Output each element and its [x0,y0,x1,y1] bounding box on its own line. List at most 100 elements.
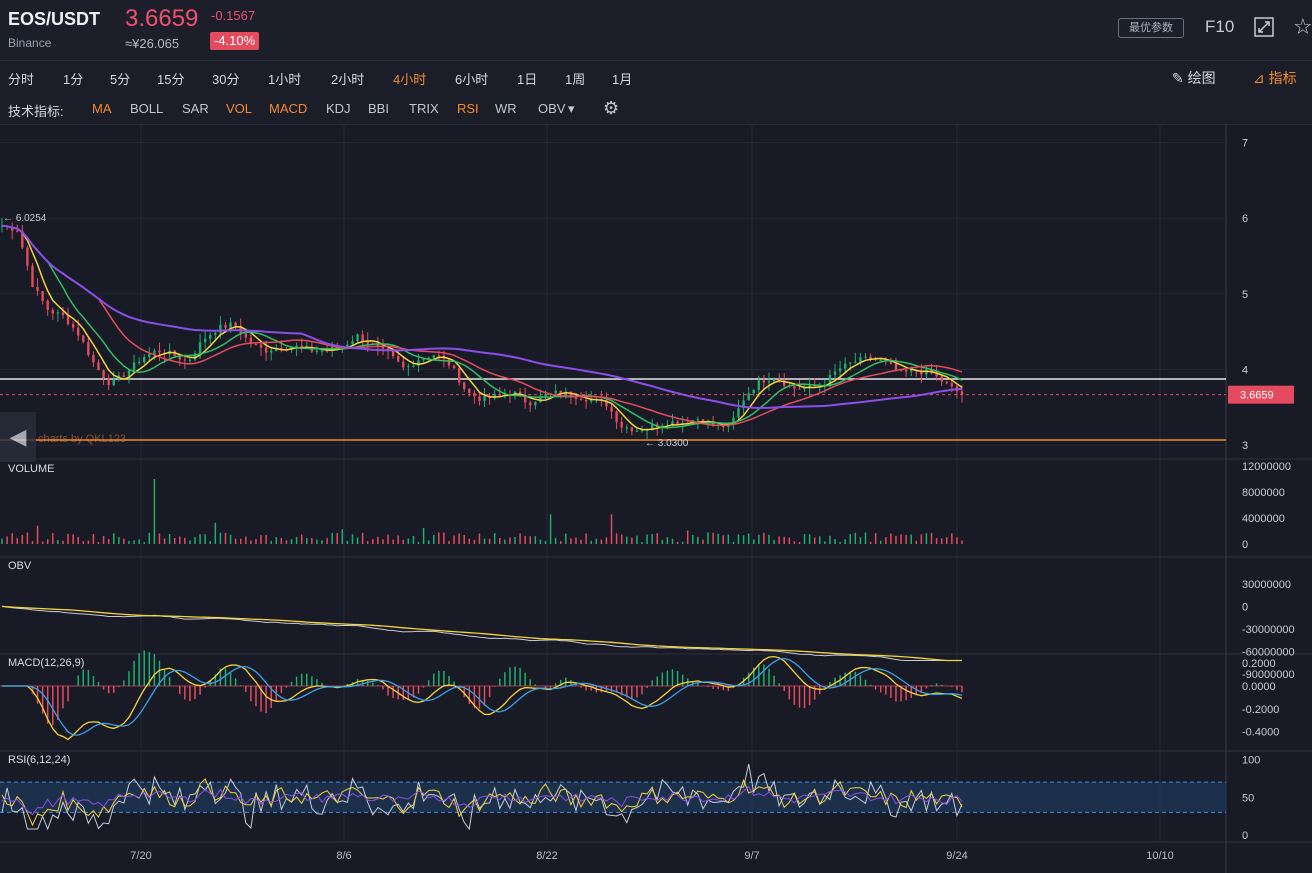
star-icon[interactable]: ☆ [1293,14,1312,40]
candle-body [31,265,34,287]
candle-body [61,312,65,316]
chart-area[interactable]: 7/20 8/6 8/22 9/7 9/24 10/10 7 6 5 4 3 3.6659 ← 6.02… [0,124,1312,873]
indicator-boll[interactable]: BOLL [130,101,163,116]
chevron-down-icon[interactable]: ▾ [568,101,575,117]
candle-body [960,391,964,395]
fullscreen-icon[interactable] [1254,17,1274,37]
obv-panel-title: OBV [8,560,32,572]
timeframe-5[interactable]: 1小时 [268,69,301,88]
back-arrow-icon[interactable]: ◀ [0,412,36,462]
indicator-bbi[interactable]: BBI [368,101,389,116]
candle-body [554,390,557,394]
indicator-wr[interactable]: WR [495,101,517,116]
timeframe-11[interactable]: 1月 [612,69,632,88]
symbol-title[interactable]: EOS/USDT [8,9,100,30]
candle-body [183,359,187,361]
indicator-ma[interactable]: MA [92,101,112,116]
candle-body [879,359,882,361]
candle-body [391,351,395,357]
candle-body [396,356,400,362]
timeframe-9[interactable]: 1日 [517,69,537,88]
candle-body [584,399,588,402]
obv-tick-label: 30000000 [1242,579,1291,591]
candle-body [26,247,29,266]
candle-body [615,411,618,422]
last-price-tag-label: 3.6659 [1240,390,1274,402]
indicator-sar[interactable]: SAR [182,101,209,116]
watermark: charts by QKL123 [38,433,127,445]
volume-tick-label: 12000000 [1242,461,1291,473]
x-tick-label: 7/20 [130,850,151,862]
change-percent-badge: -4.10% [210,32,260,50]
candle-body [97,362,100,371]
ma-line-60 [1,224,963,409]
indicator-label: 指标 [1268,70,1297,86]
candle-body [56,312,60,314]
timeframe-3[interactable]: 15分 [157,69,184,88]
draw-button[interactable]: ✎ 绘图 [1172,68,1216,88]
indicator-kdj[interactable]: KDJ [326,101,351,116]
candle-body [945,381,948,384]
candle-body [849,362,852,364]
candle-body [838,368,842,372]
candle-body [36,286,39,292]
timeframe-0[interactable]: 分时 [8,69,34,88]
candle-body [894,363,898,370]
candle-body [82,335,85,342]
candle-body [772,379,776,382]
price-change: -0.1567 [211,8,256,23]
timeframe-10[interactable]: 1周 [565,69,585,88]
timeframe-8[interactable]: 6小时 [455,69,488,88]
timeframe-7[interactable]: 4小时 [393,69,426,88]
x-tick-label: 8/6 [336,850,351,862]
indicator-vol[interactable]: VOL [226,101,252,116]
candle-body [107,378,110,386]
indicator-macd[interactable]: MACD [269,101,307,116]
obv-tick-label: -90000000 [1242,669,1295,681]
rsi-panel-title: RSI(6,12,24) [8,754,71,766]
indicator-trix[interactable]: TRIX [409,101,439,116]
indicator-button[interactable]: ⊿ 指标 [1253,68,1297,88]
candle-body [148,353,151,358]
candle-body [864,356,867,358]
timeframe-6[interactable]: 2小时 [331,69,364,88]
candle-body [620,421,623,428]
indicator-rsi[interactable]: RSI [457,101,479,116]
macd-dea-line [2,657,963,736]
exchange-label: Binance [8,36,52,50]
candle-body [630,427,634,432]
candle-body [229,322,232,328]
candle-body [158,350,161,353]
optimal-params-button[interactable]: 最优参数 [1118,18,1184,38]
candle-body [463,382,466,390]
gear-icon[interactable]: ⚙ [603,98,619,119]
candle-body [214,332,217,335]
indicator-obv[interactable]: OBV [538,101,565,116]
candle-body [635,430,639,432]
candle-body [437,355,441,357]
candle-body [102,370,105,379]
price-tick-label: 5 [1242,289,1248,301]
timeframe-2[interactable]: 5分 [110,69,130,88]
draw-label: 绘图 [1187,70,1216,86]
timeframe-1[interactable]: 1分 [63,69,83,88]
low-annotation: ← 3.0300 [645,438,689,449]
candle-body [534,402,537,406]
cny-price: ≈¥26.065 [125,36,180,51]
candle-body [87,341,90,355]
candle-body [259,344,263,348]
candle-body [757,380,761,391]
timeframe-4[interactable]: 30分 [212,69,239,88]
candle-body [483,396,486,401]
candle-body [529,402,532,406]
price-tick-label: 3 [1242,440,1248,452]
candle-body [112,379,115,386]
ma-line-20 [1,225,963,427]
candle-body [737,408,740,418]
macd-tick-label: -0.4000 [1242,727,1279,739]
macd-panel-title: MACD(12,26,9) [8,657,85,669]
f10-button[interactable]: F10 [1205,17,1234,37]
candle-body [843,363,847,369]
candle-body [203,338,207,343]
price-tick-label: 6 [1242,213,1248,225]
